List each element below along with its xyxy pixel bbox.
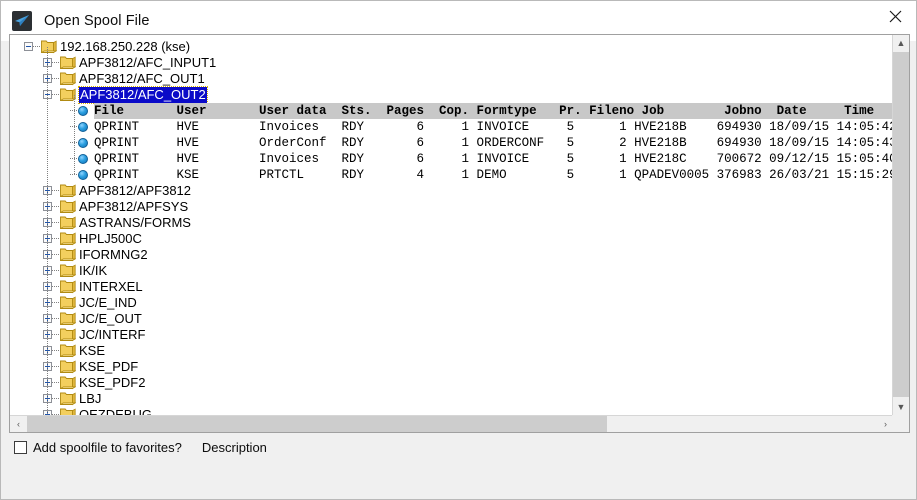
tree-node-label: KSE_PDF [79, 359, 139, 374]
spool-tree-panel: 192.168.250.228 (kse) APF3812/AFC_INPUT1 A… [9, 34, 910, 433]
folder-icon [59, 344, 77, 358]
folder-icon [59, 392, 77, 406]
tree-node-label: HPLJ500C [79, 231, 142, 246]
scroll-left-icon[interactable]: ‹ [10, 416, 27, 432]
favorites-row: Add spoolfile to favorites? Description [14, 440, 267, 455]
folder-icon [59, 376, 77, 390]
tree-node-label: APF3812/AFC_INPUT1 [79, 55, 217, 70]
spool-tree[interactable]: 192.168.250.228 (kse) APF3812/AFC_INPUT1 A… [10, 35, 894, 416]
tree-node-label: APF3812/APF3812 [79, 183, 192, 198]
vertical-scrollbar[interactable]: ▲ ▼ [892, 35, 909, 416]
open-spool-file-dialog: Open Spool File 192.168.250.228 (kse) APF… [0, 0, 917, 500]
tree-node-label: JC/E_IND [79, 295, 137, 310]
add-to-favorites-label: Add spoolfile to favorites? [33, 440, 182, 455]
folder-icon [59, 296, 77, 310]
spool-table-header-text: File User User data Sts. Pages Cop. Form… [94, 103, 894, 119]
scroll-down-glyph: ▼ [896, 402, 906, 412]
tree-node-label: INTERXEL [79, 279, 143, 294]
tree-node-label: IK/IK [79, 263, 108, 278]
horizontal-scrollbar[interactable]: ‹ › [10, 415, 894, 432]
scroll-right-glyph: › [884, 418, 887, 429]
tree-node-label: JC/INTERF [79, 327, 146, 342]
folder-icon [59, 216, 77, 230]
tree-node-label: APF3812/APFSYS [79, 199, 189, 214]
add-to-favorites-checkbox[interactable] [14, 441, 27, 454]
scroll-up-glyph: ▲ [896, 38, 906, 48]
scroll-down-icon[interactable]: ▼ [893, 399, 909, 416]
spool-entry-icon [78, 138, 88, 148]
folder-icon [59, 360, 77, 374]
scroll-up-icon[interactable]: ▲ [893, 35, 909, 52]
folder-icon [59, 232, 77, 246]
spool-file-row-text: QPRINT HVE Invoices RDY 6 1 INVOICE 5 1 … [94, 152, 894, 166]
tree-connector-line [47, 47, 48, 415]
folder-icon [59, 200, 77, 214]
tree-connector-line [74, 95, 75, 175]
footer-bar: Add spoolfile to favorites? Description … [1, 434, 916, 499]
tree-node-label: JC/E_OUT [79, 311, 142, 326]
vertical-scroll-thumb[interactable] [893, 52, 909, 397]
spool-entry-icon [78, 122, 88, 132]
tree-node-label: LBJ [79, 391, 102, 406]
tree-node-label: IFORMNG2 [79, 247, 148, 262]
spool-file-row-text: QPRINT HVE Invoices RDY 6 1 INVOICE 5 1 … [94, 120, 894, 134]
tree-node-label: APF3812/AFC_OUT2 [78, 86, 208, 104]
description-label: Description [201, 440, 267, 455]
folder-icon [59, 280, 77, 294]
tree-root-label: 192.168.250.228 (kse) [60, 39, 191, 54]
spool-entry-icon [78, 154, 88, 164]
folder-icon [59, 264, 77, 278]
folder-icon [59, 56, 77, 70]
folder-icon [59, 72, 77, 86]
folder-icon [59, 328, 77, 342]
horizontal-scroll-thumb[interactable] [27, 416, 607, 432]
folder-icon [59, 312, 77, 326]
spool-entry-icon [78, 106, 88, 116]
scrollbar-corner [892, 415, 909, 432]
spool-app-icon [12, 11, 32, 31]
folder-icon [59, 184, 77, 198]
tree-node-label: KSE [79, 343, 106, 358]
tree-node-label: KSE_PDF2 [79, 375, 146, 390]
window-title: Open Spool File [44, 13, 150, 29]
close-icon[interactable] [872, 1, 916, 32]
folder-icon [59, 248, 77, 262]
tree-node-label: APF3812/AFC_OUT1 [79, 71, 205, 86]
spool-entry-icon [78, 170, 88, 180]
spool-file-row-text: QPRINT HVE OrderConf RDY 6 1 ORDERCONF 5… [94, 136, 894, 150]
tree-node-label: ASTRANS/FORMS [79, 215, 191, 230]
spool-file-row-text: QPRINT KSE PRTCTL RDY 4 1 DEMO 5 1 QPADE… [94, 168, 894, 182]
scroll-left-glyph: ‹ [17, 418, 20, 429]
